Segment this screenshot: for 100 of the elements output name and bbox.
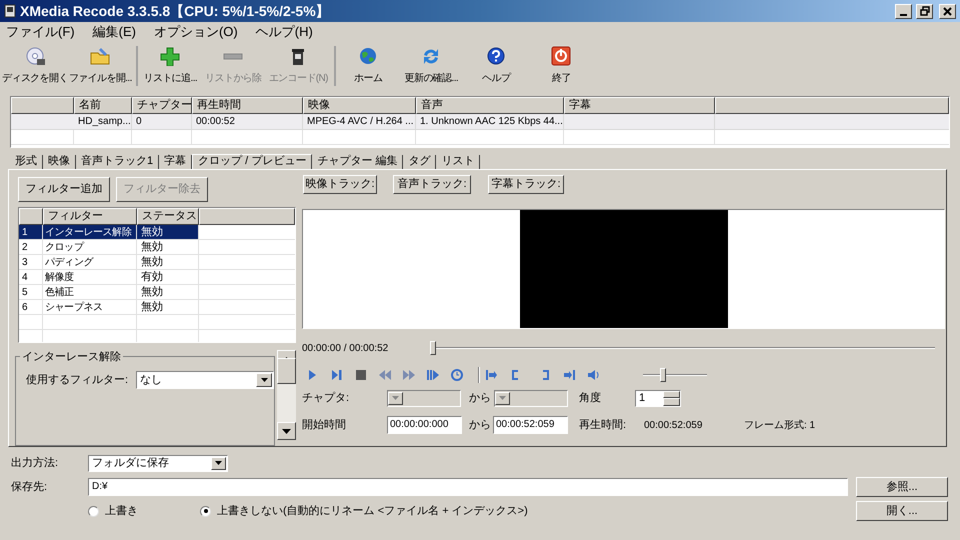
browse-button[interactable]: 参照... <box>856 477 948 497</box>
radio-option[interactable]: 上書きしない(自動的にリネーム <ファイル名 + インデックス>) <box>200 502 856 520</box>
row-number: 3 <box>19 255 43 269</box>
toolbar-button[interactable]: リストに追... <box>136 46 201 86</box>
row-number: 4 <box>19 270 43 284</box>
table-cell: 無効 <box>137 225 199 239</box>
tab[interactable]: 音声トラック1 <box>76 155 160 169</box>
file-row[interactable]: HD_samp... 0 00:00:52 MPEG-4 AVC / H.264 ... 1. Unknown AAC 125 Kbps 44... <box>11 114 949 130</box>
toolbar-button[interactable]: ホーム <box>334 46 399 86</box>
menu-item[interactable]: ファイル(F) <box>6 22 75 42</box>
column-header[interactable]: 音声 <box>416 97 564 114</box>
column-header[interactable] <box>199 208 295 225</box>
table-cell: 有効 <box>137 270 199 284</box>
filter-row[interactable]: 2 クロップ 無効 <box>19 240 295 255</box>
field-label: 出力方法: <box>11 456 60 471</box>
table-cell: 無効 <box>137 300 199 314</box>
column-header[interactable]: 名前 <box>74 97 132 114</box>
table-cell: 色補正 <box>43 285 137 299</box>
table-cell: 0 <box>132 114 192 129</box>
dropdown-arrow-icon <box>215 461 222 465</box>
table-cell: MPEG-4 AVC / H.264 ... <box>303 114 416 129</box>
minimize-button[interactable] <box>895 4 912 18</box>
column-header[interactable]: チャプター <box>132 97 192 114</box>
toolbar-button[interactable]: ファイルを開... <box>68 46 133 86</box>
menu-item[interactable]: 編集(E) <box>92 22 136 42</box>
menu-item[interactable]: オプション(O) <box>154 22 238 42</box>
slider-thumb[interactable] <box>430 341 436 355</box>
restore-icon <box>920 6 930 16</box>
folder-icon <box>89 46 112 66</box>
radio-button[interactable] <box>200 506 211 516</box>
seek-slider[interactable] <box>430 341 935 355</box>
table-cell: 無効 <box>137 240 199 254</box>
track-button[interactable]: 字幕トラック: <box>488 175 564 194</box>
column-header[interactable]: 字幕 <box>564 97 715 114</box>
tab[interactable]: リスト <box>436 155 480 169</box>
filter-row[interactable]: 3 パディング 無効 <box>19 255 295 270</box>
tab[interactable]: クロップ / プレビュー <box>192 154 312 169</box>
toolbar-button[interactable]: ヘルプ <box>464 46 529 86</box>
dropdown-arrow-icon <box>499 396 506 400</box>
step-icon[interactable] <box>330 368 344 382</box>
mark-out-icon[interactable] <box>563 368 577 382</box>
field-label: 角度 <box>579 390 602 406</box>
field-label: チャプタ: <box>302 390 350 406</box>
toolbar-button[interactable]: 更新の確認... <box>398 46 464 86</box>
radio-button[interactable] <box>88 506 99 516</box>
row-number: 2 <box>19 240 43 254</box>
plus-icon <box>159 46 182 66</box>
restore-button[interactable] <box>916 4 933 18</box>
disc-icon <box>24 46 46 66</box>
column-header[interactable] <box>11 97 74 114</box>
destination-field[interactable]: D:¥ <box>88 478 848 496</box>
filter-row[interactable]: 1 インターレース解除 無効 <box>19 225 295 240</box>
table-cell: シャープネス <box>43 300 137 314</box>
angle-spinner[interactable]: 1 <box>635 390 681 406</box>
table-cell: 解像度 <box>43 270 137 284</box>
table-cell: インターレース解除 <box>43 225 137 239</box>
end-time-field[interactable]: 00:00:52:059 <box>493 416 568 434</box>
column-header[interactable]: 再生時間 <box>192 97 303 114</box>
start-time-field[interactable]: 00:00:00:000 <box>387 416 462 434</box>
scrollbar[interactable] <box>277 350 296 440</box>
column-header[interactable]: ステータス <box>137 208 199 225</box>
filter-row[interactable]: 6 シャープネス 無効 <box>19 300 295 315</box>
speaker-icon[interactable] <box>587 368 601 382</box>
frame-format-label: フレーム形式: 1 <box>744 418 816 432</box>
filter-select[interactable]: なし <box>136 371 274 389</box>
column-header[interactable] <box>19 208 43 225</box>
filter-button[interactable]: フィルター追加 <box>18 177 110 202</box>
minimize-icon <box>900 14 907 16</box>
open-button[interactable]: 開く... <box>856 501 948 521</box>
close-button[interactable] <box>939 4 956 18</box>
tab[interactable]: チャプター 編集 <box>312 155 404 169</box>
field-label: から <box>469 418 491 433</box>
mark-in-icon[interactable] <box>484 368 498 382</box>
tab[interactable]: 映像 <box>43 155 76 169</box>
table-cell: クロップ <box>43 240 137 254</box>
output-select[interactable]: フォルダに保存 <box>88 454 228 472</box>
column-header[interactable] <box>715 97 949 114</box>
dropdown-arrow-icon <box>392 396 399 400</box>
volume-slider[interactable] <box>643 368 707 382</box>
field-label: 開始時間 <box>302 418 347 433</box>
help-icon <box>485 46 508 66</box>
radio-option[interactable]: 上書き <box>88 502 200 520</box>
track-button[interactable]: 音声トラック: <box>393 175 471 194</box>
table-cell: 無効 <box>137 255 199 269</box>
slider-thumb[interactable] <box>660 368 666 382</box>
toolbar-button[interactable]: 終了 <box>528 46 594 86</box>
column-header[interactable]: フィルター <box>43 208 137 225</box>
tab[interactable]: 形式 <box>10 155 43 169</box>
filter-row[interactable]: 5 色補正 無効 <box>19 285 295 300</box>
table-cell: HD_samp... <box>74 114 132 129</box>
stop-icon[interactable] <box>354 368 368 382</box>
tab[interactable]: タグ <box>403 155 436 169</box>
filter-row[interactable]: 4 解像度 有効 <box>19 270 295 285</box>
next-frame-icon[interactable] <box>426 368 440 382</box>
toolbar-button[interactable]: ディスクを開く <box>2 46 68 86</box>
menu-item[interactable]: ヘルプ(H) <box>256 22 313 42</box>
track-button[interactable]: 映像トラック: <box>303 175 377 194</box>
column-header[interactable]: 映像 <box>303 97 416 114</box>
clock-icon[interactable] <box>450 368 464 382</box>
scroll-down-icon <box>282 428 291 434</box>
